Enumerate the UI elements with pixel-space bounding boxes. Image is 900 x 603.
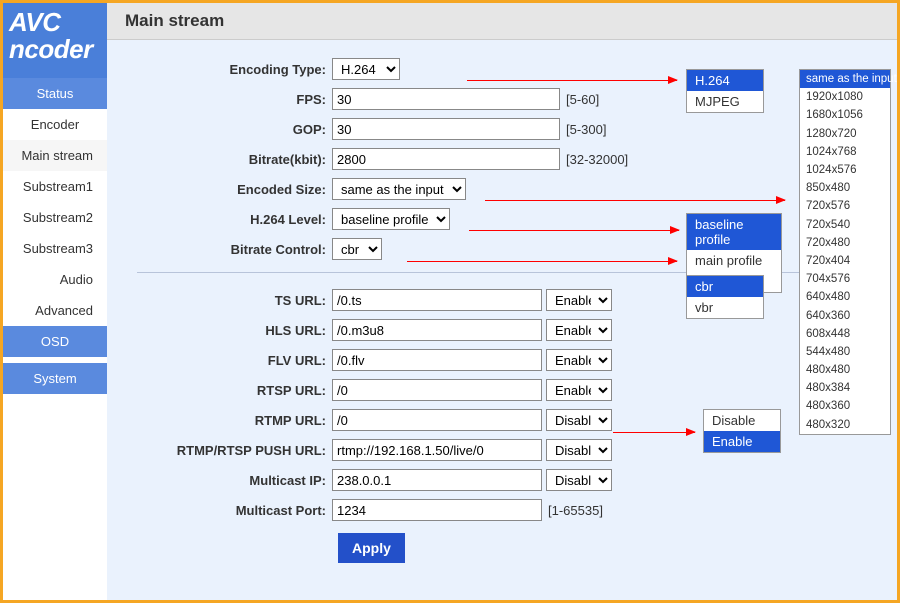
- hint-gop: [5-300]: [566, 122, 606, 137]
- input-rtmp-push[interactable]: [332, 439, 542, 461]
- label-h264-level: H.264 Level:: [137, 212, 332, 227]
- input-rtmp-url[interactable]: [332, 409, 542, 431]
- popup-enable-enable[interactable]: Enable: [704, 431, 780, 452]
- label-multicast-port: Multicast Port:: [137, 503, 332, 518]
- popup-size-list: same as the input 1920x1080 1680x1056 12…: [799, 69, 891, 435]
- label-bitrate-control: Bitrate Control:: [137, 242, 332, 257]
- apply-button[interactable]: Apply: [338, 533, 405, 563]
- nav-status[interactable]: Status: [3, 78, 107, 109]
- nav-audio[interactable]: Audio: [3, 264, 107, 295]
- size-option[interactable]: 544x480: [800, 343, 890, 361]
- nav-osd[interactable]: OSD: [3, 326, 107, 357]
- label-fps: FPS:: [137, 92, 332, 107]
- size-option[interactable]: 720x404: [800, 252, 890, 270]
- popup-brc-vbr[interactable]: vbr: [687, 297, 763, 318]
- select-push-enable[interactable]: Disable: [546, 439, 612, 461]
- label-multicast-ip: Multicast IP:: [137, 473, 332, 488]
- label-rtsp-url: RTSP URL:: [137, 383, 332, 398]
- nav-advanced[interactable]: Advanced: [3, 295, 107, 326]
- size-option[interactable]: 608x448: [800, 325, 890, 343]
- popup-enable-disable[interactable]: Disable: [704, 410, 780, 431]
- nav-substream1[interactable]: Substream1: [3, 171, 107, 202]
- size-option[interactable]: 480x480: [800, 361, 890, 379]
- label-hls-url: HLS URL:: [137, 323, 332, 338]
- label-ts-url: TS URL:: [137, 293, 332, 308]
- size-option[interactable]: 480x360: [800, 397, 890, 415]
- nav-system[interactable]: System: [3, 363, 107, 394]
- nav-substream3[interactable]: Substream3: [3, 233, 107, 264]
- label-flv-url: FLV URL:: [137, 353, 332, 368]
- size-option[interactable]: 704x576: [800, 270, 890, 288]
- popup-encoding: H.264 MJPEG: [686, 69, 764, 113]
- size-option[interactable]: 640x480: [800, 288, 890, 306]
- select-multicast-enable[interactable]: Disable: [546, 469, 612, 491]
- nav-main-stream[interactable]: Main stream: [3, 140, 107, 171]
- input-hls-url[interactable]: [332, 319, 542, 341]
- nav-substream2[interactable]: Substream2: [3, 202, 107, 233]
- arrow-icon: [407, 261, 677, 262]
- select-bitrate-control[interactable]: cbr: [332, 238, 382, 260]
- main-panel: Main stream Encoding Type: H.264 FPS: [5…: [107, 3, 897, 600]
- select-encoded-size[interactable]: same as the input: [332, 178, 466, 200]
- size-option[interactable]: 1280x720: [800, 125, 890, 143]
- sidebar: AVCncoder Status Encoder Main stream Sub…: [3, 3, 107, 600]
- size-option[interactable]: 640x360: [800, 306, 890, 324]
- select-ts-enable[interactable]: Enable: [546, 289, 612, 311]
- size-option[interactable]: 480x384: [800, 379, 890, 397]
- page-title: Main stream: [107, 3, 897, 40]
- select-hls-enable[interactable]: Enable: [546, 319, 612, 341]
- arrow-icon: [613, 432, 695, 433]
- label-encoding-type: Encoding Type:: [137, 62, 332, 77]
- size-option[interactable]: same as the input: [800, 70, 890, 88]
- popup-encoding-mjpeg[interactable]: MJPEG: [687, 91, 763, 112]
- size-option[interactable]: 850x480: [800, 179, 890, 197]
- input-multicast-ip[interactable]: [332, 469, 542, 491]
- popup-level-baseline[interactable]: baseline profile: [687, 214, 781, 250]
- popup-encoding-h264[interactable]: H.264: [687, 70, 763, 91]
- label-bitrate: Bitrate(kbit):: [137, 152, 332, 167]
- size-option[interactable]: 1024x576: [800, 161, 890, 179]
- input-ts-url[interactable]: [332, 289, 542, 311]
- select-rtmp-enable[interactable]: Disable: [546, 409, 612, 431]
- input-gop[interactable]: [332, 118, 560, 140]
- size-option[interactable]: 480x320: [800, 416, 890, 434]
- select-rtsp-enable[interactable]: Enable: [546, 379, 612, 401]
- label-gop: GOP:: [137, 122, 332, 137]
- size-option[interactable]: 1024x768: [800, 143, 890, 161]
- size-option[interactable]: 1920x1080: [800, 88, 890, 106]
- label-encoded-size: Encoded Size:: [137, 182, 332, 197]
- select-encoding-type[interactable]: H.264: [332, 58, 400, 80]
- select-h264-level[interactable]: baseline profile: [332, 208, 450, 230]
- popup-brc: cbr vbr: [686, 275, 764, 319]
- arrow-icon: [469, 230, 679, 231]
- size-option[interactable]: 720x480: [800, 234, 890, 252]
- input-rtsp-url[interactable]: [332, 379, 542, 401]
- arrow-icon: [485, 200, 785, 201]
- label-rtmp-push: RTMP/RTSP PUSH URL:: [137, 443, 332, 458]
- size-option[interactable]: 720x576: [800, 197, 890, 215]
- brand-logo: AVCncoder: [3, 3, 107, 78]
- popup-enable: Disable Enable: [703, 409, 781, 453]
- size-option[interactable]: 1680x1056: [800, 106, 890, 124]
- size-option[interactable]: 720x540: [800, 216, 890, 234]
- popup-brc-cbr[interactable]: cbr: [687, 276, 763, 297]
- input-fps[interactable]: [332, 88, 560, 110]
- input-bitrate[interactable]: [332, 148, 560, 170]
- hint-multicast-port: [1-65535]: [548, 503, 603, 518]
- hint-fps: [5-60]: [566, 92, 599, 107]
- select-flv-enable[interactable]: Enable: [546, 349, 612, 371]
- arrow-icon: [467, 80, 677, 81]
- label-rtmp-url: RTMP URL:: [137, 413, 332, 428]
- input-multicast-port[interactable]: [332, 499, 542, 521]
- hint-bitrate: [32-32000]: [566, 152, 628, 167]
- popup-level-main[interactable]: main profile: [687, 250, 781, 271]
- nav-encoder[interactable]: Encoder: [3, 109, 107, 140]
- input-flv-url[interactable]: [332, 349, 542, 371]
